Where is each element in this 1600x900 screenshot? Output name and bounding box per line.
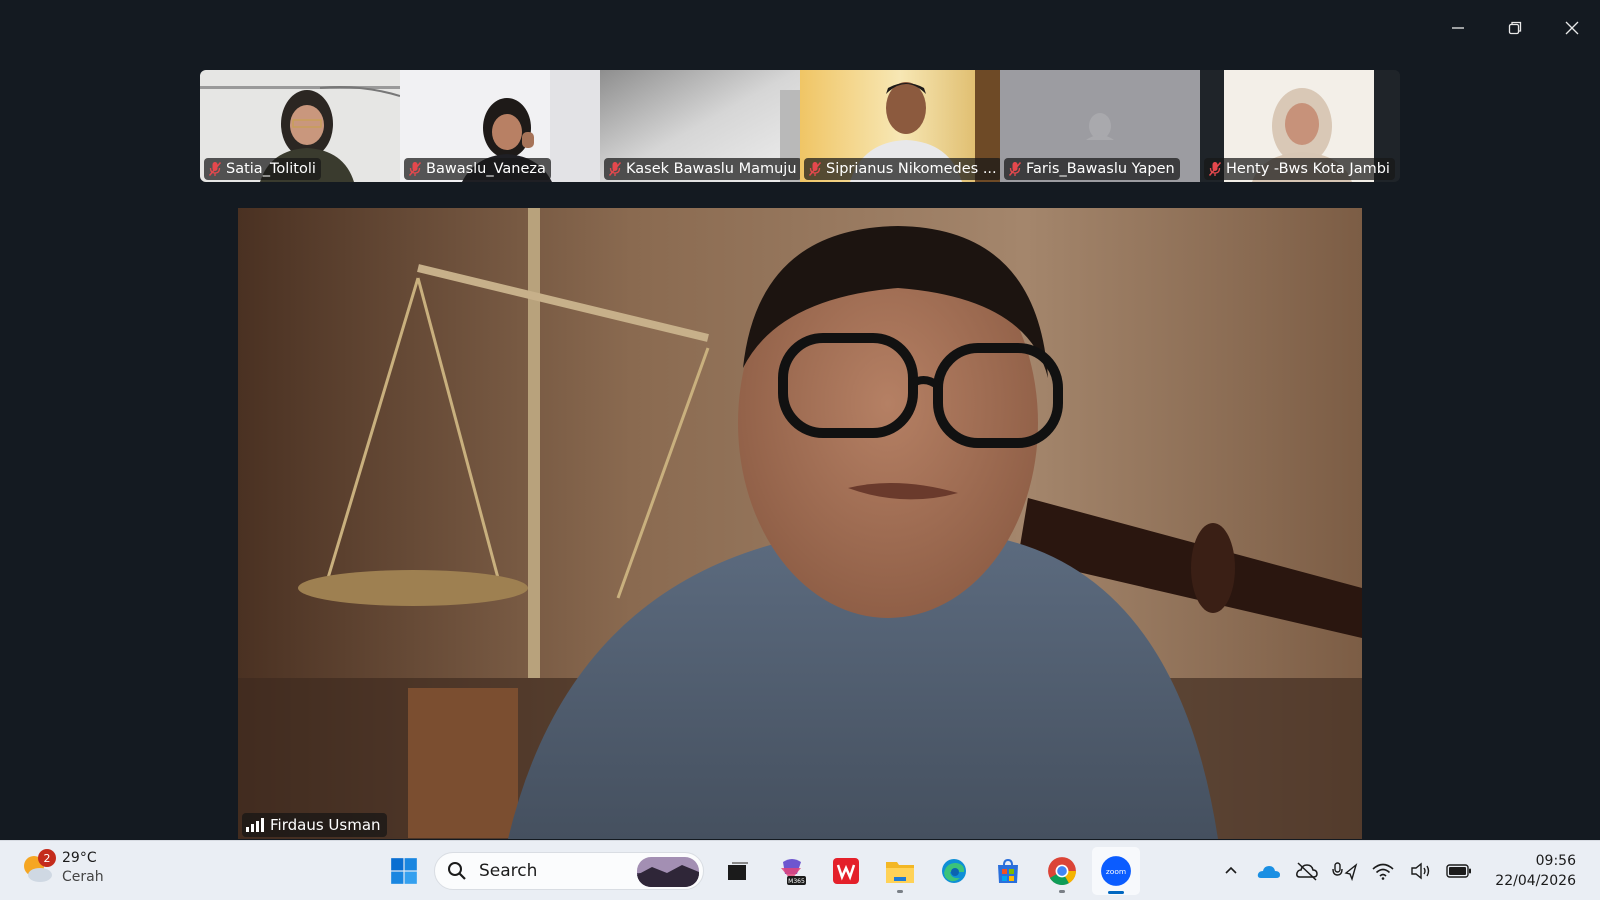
participant-name: Kasek Bawaslu Mamuju [626, 161, 797, 177]
task-view-icon [728, 862, 748, 880]
weather-widget[interactable]: 2 29°C Cerah [20, 849, 104, 887]
speaker-nametag: Firdaus Usman [242, 813, 387, 837]
m365-app[interactable]: M365 [768, 847, 816, 895]
file-explorer-icon [886, 862, 914, 883]
weather-condition: Cerah [62, 869, 104, 885]
close-icon [1565, 21, 1578, 35]
store-icon [998, 858, 1018, 883]
volume-button[interactable] [1405, 855, 1437, 887]
zoom-label: zoom [1106, 867, 1126, 876]
participant-tile[interactable]: Henty -Bws Kota Jambi [1200, 70, 1400, 182]
zoom-icon: zoom [1101, 856, 1131, 886]
taskbar-search[interactable]: Search [434, 852, 704, 890]
participant-name: Bawaslu_Vaneza [426, 161, 546, 177]
participant-nametag: Kasek Bawaslu Mamuju [604, 158, 800, 180]
restore-icon [1508, 21, 1521, 35]
microphone-location-icon [1332, 862, 1358, 881]
mic-muted-icon [208, 162, 222, 176]
wifi-icon [1372, 863, 1394, 880]
chrome-app[interactable] [1038, 847, 1086, 895]
search-highlight-image [637, 857, 699, 887]
speaker-name: Firdaus Usman [270, 816, 381, 834]
participant-tile[interactable]: Faris_Bawaslu Yapen [1000, 70, 1200, 182]
m365-icon: M365 [781, 859, 806, 885]
participant-tile[interactable]: Siprianus Nikomedes ... [800, 70, 1000, 182]
restore-button[interactable] [1486, 0, 1543, 56]
start-button[interactable] [380, 847, 428, 895]
window-controls [1429, 0, 1600, 56]
clock-date: 22/04/2026 [1495, 873, 1576, 889]
cloud-off-icon [1296, 862, 1319, 881]
mic-muted-icon [608, 162, 622, 176]
participant-nametag: Henty -Bws Kota Jambi [1204, 158, 1395, 180]
start-icon [391, 858, 417, 884]
partly-cloudy-icon: 2 [20, 849, 56, 885]
participant-tile[interactable]: Kasek Bawaslu Mamuju [600, 70, 800, 182]
wifi-button[interactable] [1367, 855, 1399, 887]
speaker-video-frame [238, 208, 1362, 839]
m365-label: M365 [788, 878, 805, 885]
battery-icon [1446, 864, 1472, 878]
participant-nametag: Siprianus Nikomedes ... [804, 158, 1000, 180]
participant-nametag: Bawaslu_Vaneza [404, 158, 551, 180]
battery-button[interactable] [1443, 855, 1475, 887]
edge-icon [942, 859, 966, 883]
close-button[interactable] [1543, 0, 1600, 56]
mic-muted-icon [808, 162, 822, 176]
system-tray: 09:56 22/04/2026 [1215, 841, 1600, 900]
weather-badge: 2 [38, 849, 56, 867]
minimize-button[interactable] [1429, 0, 1486, 56]
onedrive-button[interactable] [1253, 855, 1285, 887]
edge-app[interactable] [930, 847, 978, 895]
onedrive-icon [1258, 866, 1281, 878]
microphone-in-use-button[interactable] [1329, 855, 1361, 887]
search-icon [448, 862, 466, 880]
mic-muted-icon [1008, 162, 1022, 176]
task-view-button[interactable] [714, 847, 762, 895]
participant-name: Faris_Bawaslu Yapen [1026, 161, 1175, 177]
sync-off-button[interactable] [1291, 855, 1323, 887]
participant-name: Siprianus Nikomedes ... [826, 161, 997, 177]
weather-temperature: 29°C [62, 850, 97, 866]
wps-icon [833, 858, 859, 884]
participant-strip: Satia_Tolitoli Bawaslu_Vaneza Kasek Bawa… [200, 70, 1400, 182]
connection-signal-icon [246, 818, 264, 832]
zoom-app[interactable]: zoom [1092, 847, 1140, 895]
participant-tile[interactable]: Satia_Tolitoli [200, 70, 400, 182]
mic-muted-icon [1208, 162, 1222, 176]
participant-nametag: Satia_Tolitoli [204, 158, 321, 180]
minimize-icon [1451, 27, 1464, 29]
chrome-icon [1048, 857, 1076, 885]
participant-name: Henty -Bws Kota Jambi [1226, 161, 1390, 177]
search-label: Search [479, 861, 538, 881]
taskbar-clock[interactable]: 09:56 22/04/2026 [1495, 851, 1576, 891]
chevron-up-icon [1225, 866, 1237, 874]
participant-tile[interactable]: Bawaslu_Vaneza [400, 70, 600, 182]
taskbar-apps: Search M365 zoom [380, 847, 1146, 895]
show-hidden-icons-button[interactable] [1215, 855, 1247, 887]
mic-muted-icon [408, 162, 422, 176]
clock-time: 09:56 [1535, 853, 1576, 869]
microsoft-store-app[interactable] [984, 847, 1032, 895]
speaker-volume-icon [1411, 862, 1430, 880]
wps-office-app[interactable] [822, 847, 870, 895]
participant-nametag: Faris_Bawaslu Yapen [1004, 158, 1180, 180]
participant-name: Satia_Tolitoli [226, 161, 316, 177]
file-explorer-app[interactable] [876, 847, 924, 895]
active-speaker-video[interactable]: Firdaus Usman [238, 208, 1362, 839]
taskbar: 2 29°C Cerah Search M365 zoom 09:56 22/0… [0, 840, 1600, 900]
